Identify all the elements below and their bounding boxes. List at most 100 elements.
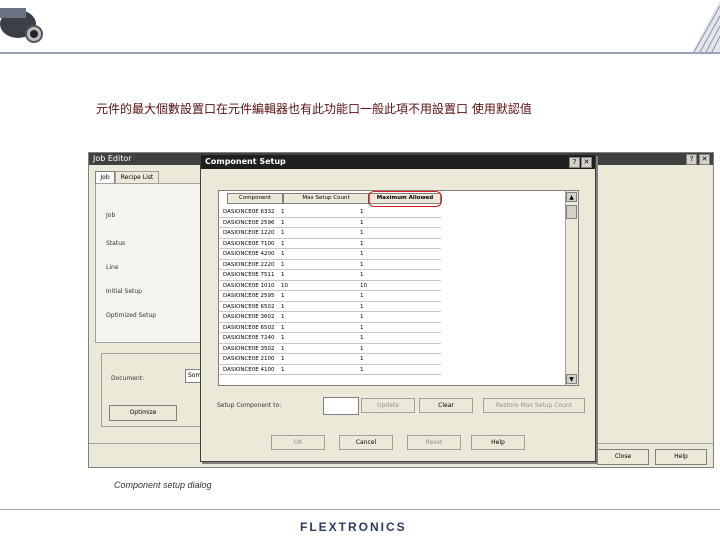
slide-caption: Component setup dialog [114,480,212,490]
scroll-down-icon[interactable]: ▼ [566,374,577,384]
component-cell: DASIONCE0E 6502 [223,324,275,331]
max-setup-count-cell: 1 [281,293,285,299]
help-button[interactable]: Help [471,435,525,450]
job-help-button[interactable]: Help [655,449,707,465]
document-label: Document: [111,375,145,382]
ok-button[interactable]: OK [271,435,325,450]
component-table: Component Max Setup Count Maximum Allowe… [218,190,579,386]
dialog-close-icon[interactable]: ✕ [581,157,592,168]
table-row[interactable]: DASIONCE0E 3502 1 1 [219,344,441,355]
max-setup-count-cell: 1 [281,314,285,320]
max-setup-count-cell: 1 [281,366,285,373]
max-setup-count-cell: 1 [281,251,285,257]
maximum-allowed-cell: 1 [360,366,364,373]
table-row[interactable]: DASIONCE0E 6502 1 1 [219,302,441,313]
component-cell: DASIONCE0E 2596 [223,219,275,226]
component-cell: DASIONCE0E 6332 [223,209,275,215]
max-setup-count-cell: 1 [281,324,285,331]
maximum-allowed-cell: 1 [360,324,364,331]
table-row[interactable]: DASIONCE0E 7100 1 1 [219,239,441,250]
dialog-help-icon[interactable]: ? [569,157,580,168]
table-row[interactable]: DASIONCE0E 2596 1 1 [219,218,441,229]
scroll-thumb[interactable] [566,205,577,219]
job-editor-help-icon[interactable]: ? [686,154,697,165]
maximum-allowed-cell: 1 [360,293,364,299]
component-cell: DASIONCE0E 2595 [223,293,275,299]
update-button[interactable]: Update [361,398,415,413]
column-header-max-setup-count[interactable]: Max Setup Count [283,193,369,204]
component-cell: DASIONCE0E 2220 [223,261,275,268]
component-cell: DASIONCE0E 7240 [223,335,275,341]
setup-component-label: Setup Component to: [217,402,282,409]
status-label: Status [106,240,126,247]
table-row[interactable]: DASIONCE0E 3602 1 1 [219,312,441,323]
table-row[interactable]: DASIONCE0E 4100 1 1 [219,365,441,376]
initial-setup-label: Initial Setup [106,288,142,295]
maximum-allowed-cell: 1 [360,272,364,278]
max-setup-count-cell: 1 [281,219,285,226]
job-editor-title: Job Editor [93,154,132,163]
table-scrollbar[interactable]: ▲ ▼ [565,191,578,385]
slide-caption-chinese: 元件的最大個數設置口在元件編輯器也有此功能口一般此項不用設置口 使用默認值 [96,102,532,116]
max-setup-count-cell: 1 [281,230,285,236]
restore-max-setup-count-button[interactable]: Restore Max Setup Count [483,398,585,413]
table-row[interactable]: DASIONCE0E 1010 10 10 [219,281,441,292]
component-cell: DASIONCE0E 7100 [223,240,275,247]
component-cell: DASIONCE0E 1220 [223,230,275,236]
max-setup-count-cell: 10 [281,282,288,289]
maximum-allowed-cell: 1 [360,209,364,215]
table-row[interactable]: DASIONCE0E 6332 1 1 [219,207,441,218]
component-cell: DASIONCE0E 7511 [223,272,275,278]
maximum-allowed-cell: 1 [360,261,364,268]
highlight-circle [368,191,442,207]
maximum-allowed-cell: 1 [360,219,364,226]
max-setup-count-cell: 1 [281,209,285,215]
component-cell: DASIONCE0E 2100 [223,356,275,362]
table-row[interactable]: DASIONCE0E 2595 1 1 [219,291,441,302]
job-label: Job [106,212,116,219]
component-cell: DASIONCE0E 3502 [223,345,275,352]
max-setup-count-cell: 1 [281,345,285,352]
table-row[interactable]: DASIONCE0E 1220 1 1 [219,228,441,239]
table-row[interactable]: DASIONCE0E 4200 1 1 [219,249,441,260]
maximum-allowed-cell: 1 [360,251,364,257]
scroll-up-icon[interactable]: ▲ [566,192,577,202]
max-setup-count-cell: 1 [281,356,285,362]
reset-button[interactable]: Reset [407,435,461,450]
slide-header [0,0,720,54]
component-cell: DASIONCE0E 4200 [223,251,275,257]
setup-count-input[interactable] [323,397,359,415]
maximum-allowed-cell: 1 [360,345,364,352]
job-editor-close-icon[interactable]: ✕ [699,154,710,165]
cancel-button[interactable]: Cancel [339,435,393,450]
maximum-allowed-cell: 1 [360,356,364,362]
table-row[interactable]: DASIONCE0E 7240 1 1 [219,333,441,344]
table-row[interactable]: DASIONCE0E 7511 1 1 [219,270,441,281]
maximum-allowed-cell: 1 [360,303,364,310]
clear-button[interactable]: Clear [419,398,473,413]
column-header-component[interactable]: Component [227,193,283,204]
line-label: Line [106,264,119,271]
job-properties-pane: Job Status Line Initial Setup Optimized … [95,183,207,343]
table-row[interactable]: DASIONCE0E 2100 1 1 [219,354,441,365]
max-setup-count-cell: 1 [281,335,285,341]
table-row[interactable]: DASIONCE0E 2220 1 1 [219,260,441,271]
optimized-setup-label: Optimized Setup [106,312,157,319]
max-setup-count-cell: 1 [281,303,285,310]
max-setup-count-cell: 1 [281,240,285,247]
dialog-titlebar[interactable]: Component Setup ? ✕ [201,155,595,169]
maximum-allowed-cell: 1 [360,335,364,341]
close-button[interactable]: Close [597,449,649,465]
optimize-button[interactable]: Optimize [109,405,177,421]
max-setup-count-cell: 1 [281,261,285,268]
maximum-allowed-cell: 1 [360,230,364,236]
component-cell: DASIONCE0E 1010 [223,282,275,289]
flextronics-logo: FLEXTRONICS [300,520,407,534]
component-cell: DASIONCE0E 6502 [223,303,275,310]
component-setup-dialog: Component Setup ? ✕ Component Max Setup … [200,154,596,462]
table-row[interactable]: DASIONCE0E 6502 1 1 [219,323,441,334]
dialog-title: Component Setup [205,157,286,166]
maximum-allowed-cell: 1 [360,240,364,247]
maximum-allowed-cell: 1 [360,314,364,320]
projector-graphic [0,0,46,50]
